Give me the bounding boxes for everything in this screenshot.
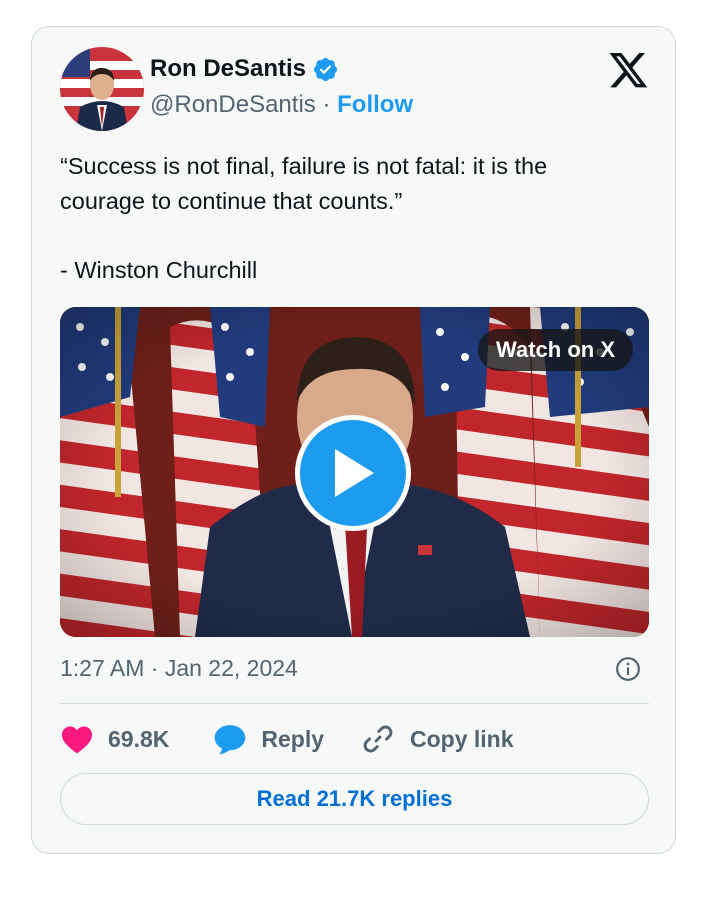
tweet-text-line: courage to continue that counts.” xyxy=(60,188,403,214)
follow-button[interactable]: Follow xyxy=(337,91,413,118)
author-handle[interactable]: @RonDeSantis xyxy=(150,91,316,118)
tweet-text: “Success is not final, failure is not fa… xyxy=(60,149,650,288)
tweet-timestamp[interactable]: 1:27 AM · Jan 22, 2024 xyxy=(60,655,298,682)
x-logo-icon[interactable] xyxy=(609,53,649,89)
avatar[interactable] xyxy=(60,47,144,131)
reply-label: Reply xyxy=(261,725,325,752)
copy-link-button[interactable]: Copy link xyxy=(362,723,514,755)
play-button[interactable] xyxy=(295,415,411,531)
separator-dot: · xyxy=(322,91,338,118)
handle-row: @RonDeSantis · Follow xyxy=(150,91,413,119)
tweet-text-line: “Success is not final, failure is not fa… xyxy=(60,153,548,179)
verified-badge-icon xyxy=(312,56,339,83)
divider xyxy=(60,703,649,704)
tweet-card[interactable]: Ron DeSantis @RonDeSantis · Follow “Succ… xyxy=(31,26,676,854)
watch-on-x-button[interactable]: Watch on X xyxy=(478,329,633,371)
play-icon xyxy=(335,449,374,497)
author-name-row: Ron DeSantis xyxy=(150,55,339,83)
read-replies-button[interactable]: Read 21.7K replies xyxy=(60,773,649,825)
reply-button[interactable]: Reply xyxy=(213,723,324,755)
like-count: 69.8K xyxy=(108,725,170,752)
reply-bubble-icon xyxy=(215,725,246,755)
video-player[interactable]: Watch on X xyxy=(60,307,649,637)
info-icon[interactable] xyxy=(615,656,641,682)
action-bar: 69.8K Reply Copy link xyxy=(60,721,514,757)
heart-icon xyxy=(62,726,92,754)
author-name[interactable]: Ron DeSantis xyxy=(150,55,306,83)
like-button[interactable]: 69.8K xyxy=(60,724,169,754)
tweet-attribution: - Winston Churchill xyxy=(60,257,258,283)
copy-link-label: Copy link xyxy=(410,725,514,752)
link-icon xyxy=(363,725,393,753)
